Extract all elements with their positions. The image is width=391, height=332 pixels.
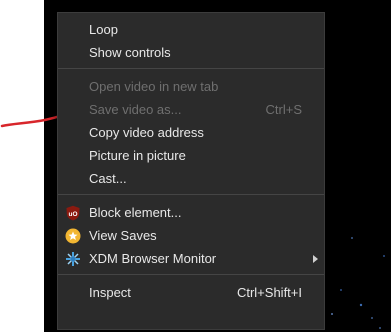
ublock-origin-icon: uO <box>66 205 80 221</box>
menu-item-show-controls[interactable]: Show controls <box>58 41 324 64</box>
view-saves-icon <box>65 228 81 244</box>
menu-separator <box>58 68 324 69</box>
menu-item-label: Copy video address <box>89 125 204 140</box>
menu-item-label: Inspect <box>89 285 131 300</box>
menu-item-label: View Saves <box>89 228 157 243</box>
menu-item-open-video-in-new-tab: Open video in new tab <box>58 75 324 98</box>
menu-item-save-video-as: Save video as... Ctrl+S <box>58 98 324 121</box>
svg-text:uO: uO <box>68 211 77 218</box>
context-menu: Loop Show controls Open video in new tab… <box>57 12 325 330</box>
menu-item-label: Block element... <box>89 205 182 220</box>
menu-item-label: XDM Browser Monitor <box>89 251 217 266</box>
menu-item-view-saves[interactable]: View Saves <box>58 224 324 247</box>
menu-item-label: Show controls <box>89 45 171 60</box>
menu-item-label: Loop <box>89 22 118 37</box>
menu-item-loop[interactable]: Loop <box>58 18 324 41</box>
menu-item-shortcut: Ctrl+S <box>265 102 302 117</box>
menu-item-block-element[interactable]: uO Block element... <box>58 201 324 224</box>
menu-item-picture-in-picture[interactable]: Picture in picture <box>58 144 324 167</box>
menu-item-label: Cast... <box>89 171 127 186</box>
menu-item-inspect[interactable]: Inspect Ctrl+Shift+I <box>58 281 324 304</box>
menu-item-xdm-browser-monitor[interactable]: XDM Browser Monitor <box>58 247 324 270</box>
menu-item-copy-video-address[interactable]: Copy video address <box>58 121 324 144</box>
menu-item-cast[interactable]: Cast... <box>58 167 324 190</box>
menu-separator <box>58 274 324 275</box>
xdm-icon <box>66 252 80 266</box>
menu-item-label: Open video in new tab <box>89 79 219 94</box>
menu-separator <box>58 194 324 195</box>
menu-item-shortcut: Ctrl+Shift+I <box>236 285 302 300</box>
menu-item-label: Picture in picture <box>89 148 186 163</box>
menu-item-label: Save video as... <box>89 102 182 117</box>
chevron-right-icon <box>313 255 318 263</box>
